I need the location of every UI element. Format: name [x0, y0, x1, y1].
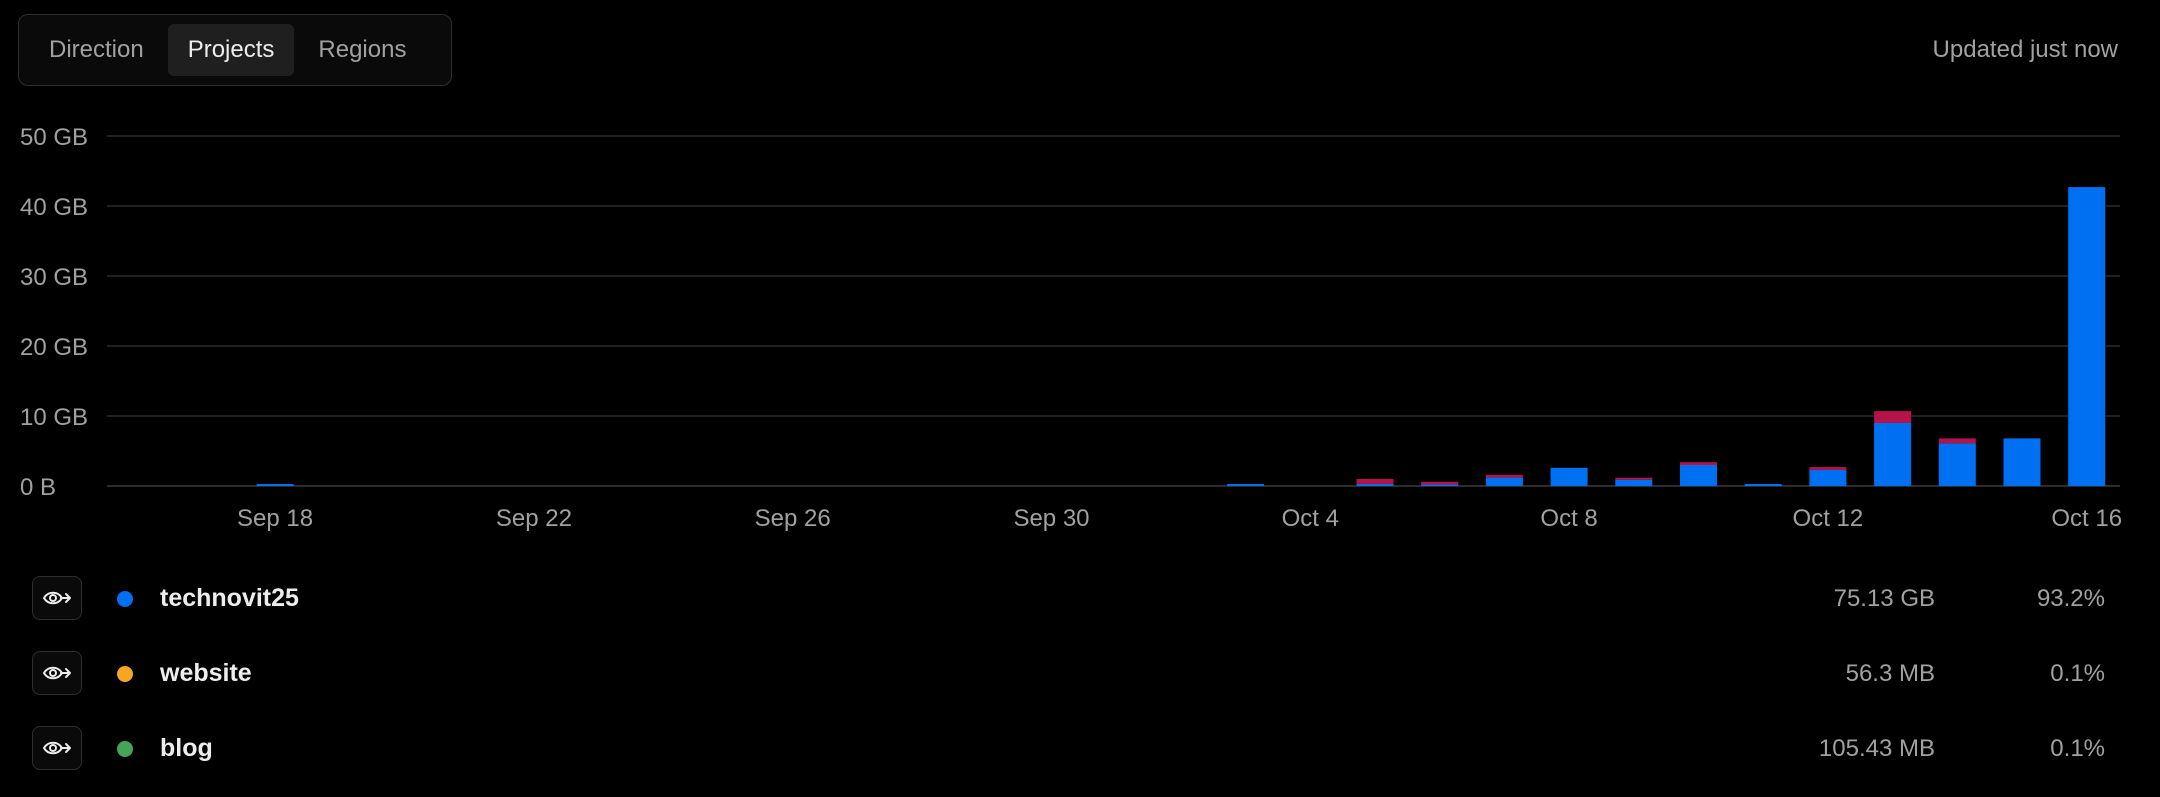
y-tick-label: 10 GB	[20, 404, 88, 431]
bar-segment	[1809, 467, 1847, 470]
bar-segment	[1938, 438, 1976, 444]
x-tick-label: Sep 30	[1013, 505, 1089, 532]
toggle-visibility-button[interactable]	[32, 576, 82, 620]
x-tick-label: Oct 8	[1540, 505, 1597, 532]
project-percent: 0.1%	[2050, 735, 2105, 762]
project-size: 56.3 MB	[1845, 660, 1935, 687]
bar-segment	[1874, 423, 1912, 486]
y-tick-label: 40 GB	[20, 194, 88, 221]
bar-segment	[256, 484, 294, 486]
tab-regions[interactable]: Regions	[298, 24, 426, 76]
series-color-dot	[117, 591, 133, 607]
y-tick-label: 30 GB	[20, 264, 88, 291]
project-percent: 93.2%	[2036, 585, 2105, 612]
eye-arrow-icon	[42, 591, 71, 605]
project-name: blog	[160, 734, 213, 762]
y-tick-label: 0 B	[20, 474, 56, 501]
tab-direction[interactable]: Direction	[29, 24, 164, 76]
bar-segment	[2003, 438, 2041, 486]
y-tick-label: 50 GB	[20, 124, 88, 151]
view-tabs: Direction Projects Regions	[18, 14, 452, 86]
bar-segment	[1680, 465, 1717, 486]
x-tick-label: Oct 16	[2051, 505, 2122, 532]
project-size: 105.43 MB	[1818, 735, 1935, 762]
bar-segment	[1744, 484, 1782, 486]
eye-arrow-icon	[42, 666, 71, 680]
legend-row-website: website 56.3 MB 0.1%	[0, 645, 2160, 705]
series-color-dot	[117, 741, 133, 757]
toggle-visibility-button[interactable]	[32, 726, 82, 770]
tab-projects[interactable]: Projects	[167, 24, 295, 76]
x-tick-label: Oct 4	[1282, 505, 1339, 532]
bar-segment	[1874, 411, 1912, 423]
legend-row-blog: blog 105.43 MB 0.1%	[0, 720, 2160, 780]
bar-segment	[1227, 484, 1265, 486]
x-tick-label: Sep 22	[496, 505, 572, 532]
x-tick-label: Sep 26	[755, 505, 831, 532]
bar-segment	[1421, 481, 1459, 485]
project-percent: 0.1%	[2050, 660, 2105, 687]
x-tick-label: Sep 18	[237, 505, 313, 532]
toggle-visibility-button[interactable]	[32, 651, 82, 695]
project-name: website	[160, 659, 252, 687]
legend-row-technovit25: technovit25 75.13 GB 93.2%	[0, 570, 2160, 630]
series-color-dot	[117, 666, 133, 682]
bar-segment	[1485, 474, 1523, 478]
bar-segment	[1680, 462, 1717, 465]
bar-segment	[1356, 483, 1394, 486]
bar-segment	[2068, 187, 2106, 486]
bar-segment	[1356, 479, 1394, 484]
bar-segment	[1809, 469, 1847, 486]
usage-bar-chart: 0 B 10 GB 20 GB 30 GB 40 GB 50 GB Sep 18 Sep 22…	[20, 124, 2122, 532]
y-tick-label: 20 GB	[20, 334, 88, 361]
bar-segment	[1485, 477, 1523, 486]
bar-segment	[1550, 467, 1588, 486]
bar-segment	[1615, 479, 1653, 486]
x-tick-label: Oct 12	[1793, 505, 1864, 532]
eye-arrow-icon	[42, 741, 71, 755]
project-name: technovit25	[160, 584, 299, 612]
updated-status: Updated just now	[1932, 36, 2118, 63]
bar-segment	[1938, 443, 1976, 486]
bar-segment	[1615, 477, 1653, 480]
project-size: 75.13 GB	[1833, 585, 1935, 612]
